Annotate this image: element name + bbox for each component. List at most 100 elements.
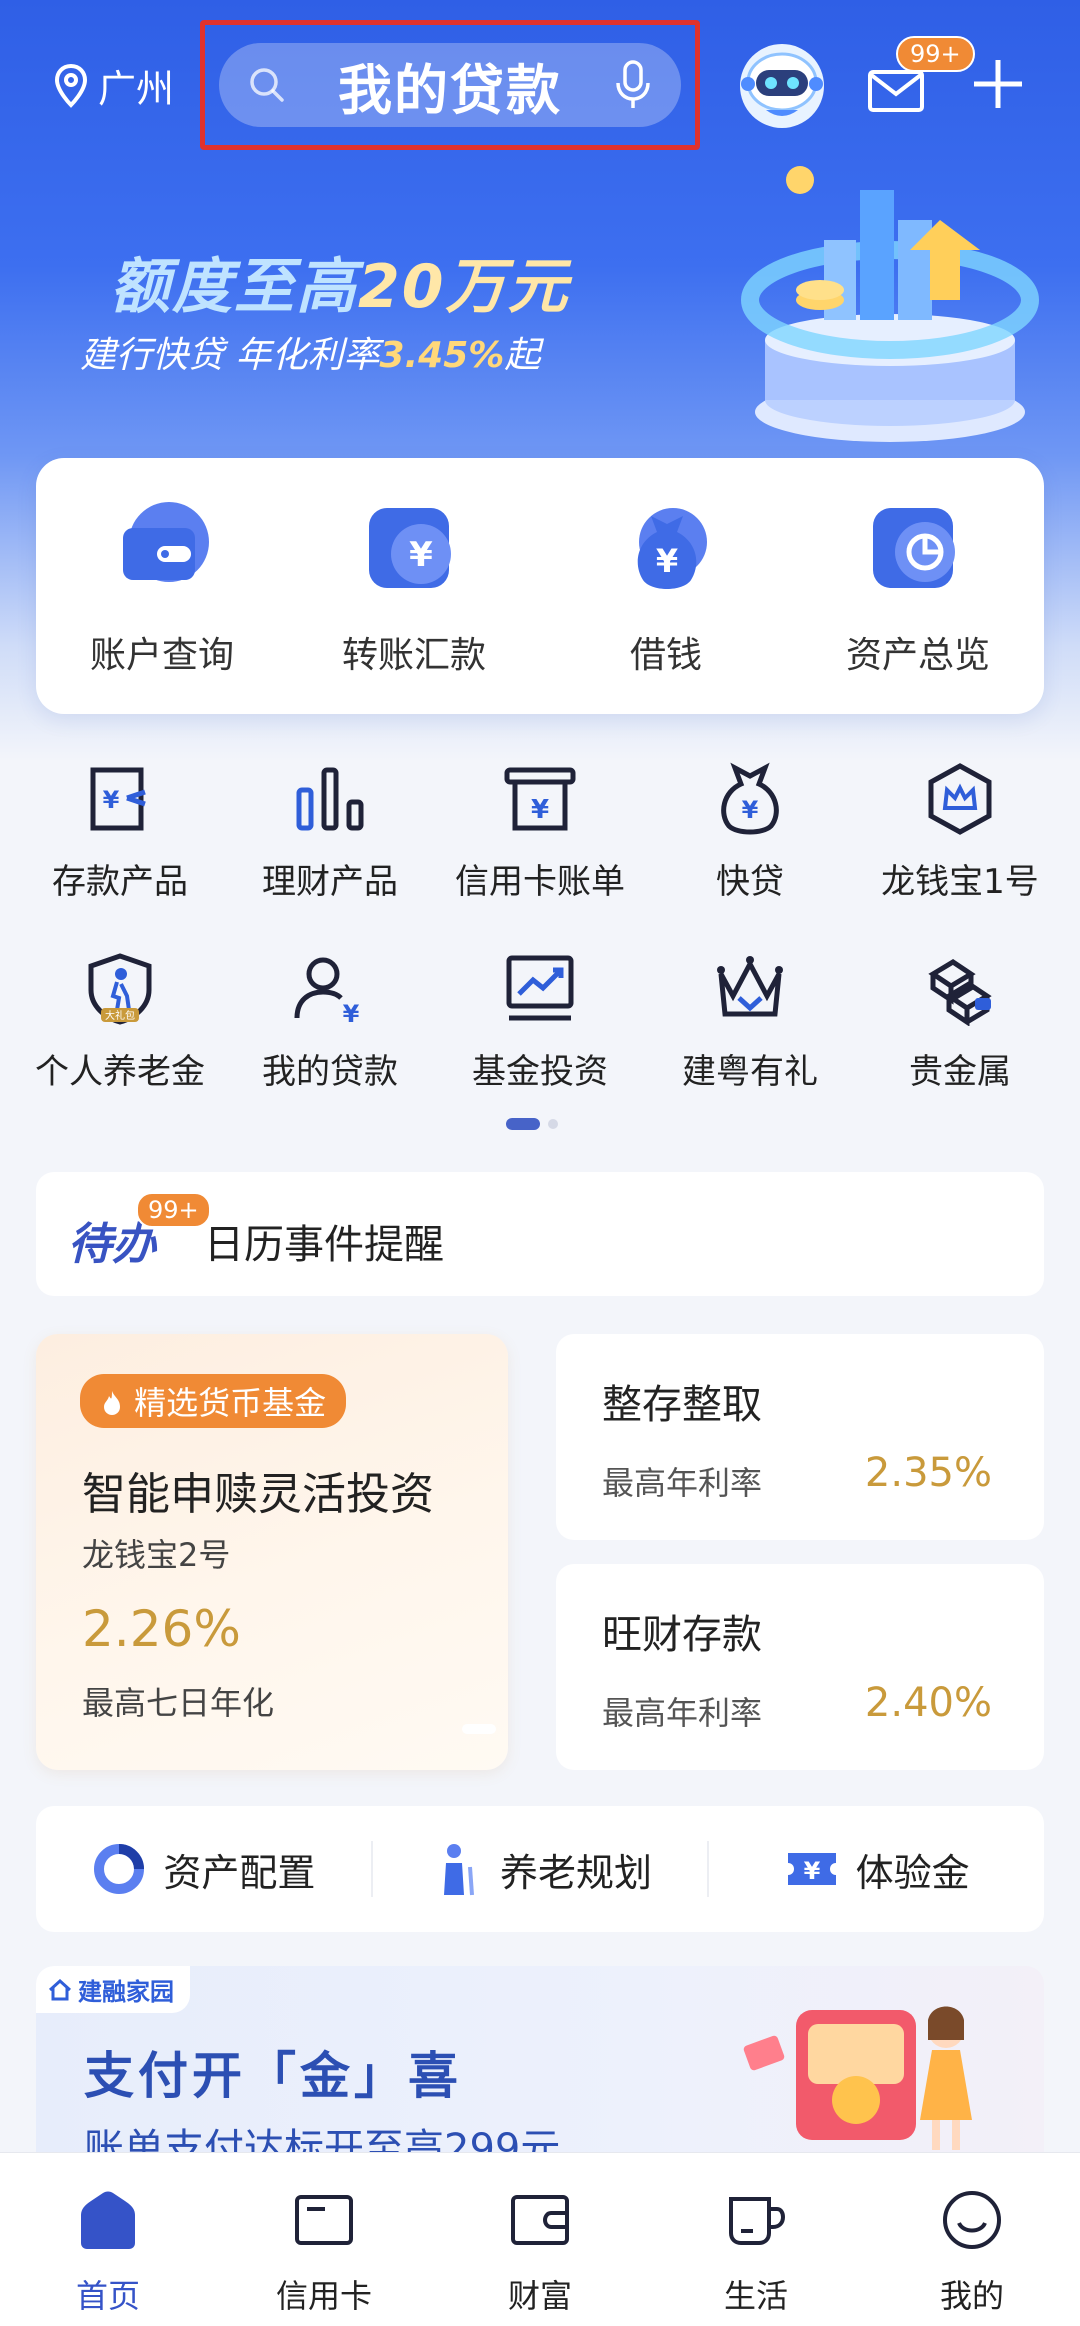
tab-mine[interactable]: 我的 xyxy=(864,2153,1080,2326)
tab-label: 我的 xyxy=(939,2277,1004,2315)
wallet-icon xyxy=(123,502,209,582)
loan-bag-icon: ¥ xyxy=(721,762,779,835)
rate-value: 2.35% xyxy=(864,1450,992,1496)
grid-item-fund-investment[interactable]: 基金投资 xyxy=(440,952,640,1142)
featured-fund-card[interactable]: 精选货币基金 智能申赎灵活投资 龙钱宝2号 2.26% 最高七日年化 xyxy=(36,1334,508,1770)
fund-chart-icon xyxy=(506,955,574,1021)
rate-title: 整存整取 xyxy=(602,1382,762,1428)
plus-icon[interactable] xyxy=(970,56,1026,112)
mail-badge: 99+ xyxy=(896,36,975,72)
card-icon xyxy=(295,2195,353,2245)
tab-credit-card[interactable]: 信用卡 xyxy=(216,2153,432,2326)
grid-label: 建粤有礼 xyxy=(682,1052,818,1092)
crown-hex-icon xyxy=(928,763,992,835)
pie-chart-icon xyxy=(873,508,955,588)
svg-text:¥: ¥ xyxy=(409,535,433,575)
svg-text:¥: ¥ xyxy=(803,1857,820,1885)
elder-icon xyxy=(444,1844,474,1896)
shortcut-asset-allocation[interactable]: 资产配置 xyxy=(36,1841,371,1897)
quick-actions-card: 账户查询 ¥ 转账汇款 ¥ 借钱 资产总览 xyxy=(36,458,1044,714)
todo-text: 日历事件提醒 xyxy=(204,1222,444,1268)
quick-item-assets-overview[interactable]: 资产总览 xyxy=(808,494,1028,678)
location-label: 广州 xyxy=(98,67,175,111)
grid-item-precious-metals[interactable]: 贵金属 xyxy=(860,952,1060,1142)
location-selector[interactable]: 广州 xyxy=(54,58,174,113)
grid-item-deposit-products[interactable]: ¥ 存款产品 xyxy=(20,762,220,952)
home-small-icon xyxy=(48,1978,72,2000)
grid-label: 我的贷款 xyxy=(262,1052,398,1092)
grid-label: 存款产品 xyxy=(52,862,188,902)
crown-icon xyxy=(717,956,783,1017)
fund-rate: 2.26% xyxy=(82,1600,241,1658)
svg-text:¥: ¥ xyxy=(742,796,759,824)
fund-badge: 精选货币基金 xyxy=(80,1374,347,1428)
quick-label: 转账汇款 xyxy=(341,635,486,676)
grid-item-longqianbao-1[interactable]: 龙钱宝1号 xyxy=(860,762,1060,952)
grid-label: 快贷 xyxy=(716,862,784,902)
assistant-robot-icon[interactable] xyxy=(736,40,828,132)
fund-title: 智能申赎灵活投资 xyxy=(82,1469,434,1520)
page-indicator xyxy=(506,1118,558,1130)
hero-coin-platform-illustration xyxy=(741,166,1039,442)
shortcut-retirement-planning[interactable]: 养老规划 xyxy=(373,1841,708,1897)
grid-item-quick-loan[interactable]: ¥ 快贷 xyxy=(650,762,850,952)
rate-card-wangcai-deposit[interactable]: 旺财存款 最高年利率 2.40% xyxy=(556,1564,1044,1770)
quick-label: 借钱 xyxy=(629,635,702,676)
search-bar[interactable]: 我的贷款 xyxy=(219,43,681,127)
quick-item-transfer[interactable]: ¥ 转账汇款 xyxy=(304,494,524,678)
quick-item-account-query[interactable]: 账户查询 xyxy=(52,494,272,678)
svg-text:¥: ¥ xyxy=(103,786,120,814)
tab-label: 财富 xyxy=(507,2277,572,2315)
tab-wealth[interactable]: 财富 xyxy=(432,2153,648,2326)
fund-card-indicator xyxy=(462,1724,496,1734)
gold-bar-icon xyxy=(928,959,992,1027)
hero-sub-rate: 3.45% xyxy=(379,335,505,376)
wallet-icon xyxy=(511,2195,569,2245)
banner-tag-text: 建融家园 xyxy=(78,1978,174,2006)
rate-label: 最高年利率 xyxy=(602,1464,763,1502)
hero-sub-a: 建行快贷 年化利率 xyxy=(80,335,380,376)
search-highlight-box: 我的贷款 xyxy=(200,20,700,150)
rate-label: 最高年利率 xyxy=(602,1694,763,1732)
gift-girl-illustration xyxy=(743,2006,972,2150)
grid-item-personal-pension[interactable]: 大礼包 个人养老金 xyxy=(20,952,220,1142)
deposit-icon: ¥ xyxy=(90,767,146,831)
quick-item-borrow[interactable]: ¥ 借钱 xyxy=(556,494,776,678)
pension-mini-label: 大礼包 xyxy=(105,1009,135,1022)
grid-item-my-loans[interactable]: ¥ 我的贷款 xyxy=(230,952,430,1142)
rate-card-fixed-deposit[interactable]: 整存整取 最高年利率 2.35% xyxy=(556,1334,1044,1540)
tab-label: 信用卡 xyxy=(275,2277,372,2315)
search-query: 我的贷款 xyxy=(338,58,562,122)
grid-label: 基金投资 xyxy=(472,1052,608,1092)
location-pin-icon xyxy=(54,63,88,108)
grid-item-credit-bill[interactable]: ¥ 信用卡账单 xyxy=(440,762,640,952)
transfer-icon: ¥ xyxy=(369,508,451,588)
svg-text:¥: ¥ xyxy=(656,542,678,580)
shortcut-trial-fund[interactable]: ¥ 体验金 xyxy=(709,1841,1044,1897)
todo-reminder-bar[interactable]: 待办 99+ 日历事件提醒 xyxy=(36,1172,1044,1296)
grid-item-wealth-products[interactable]: 理财产品 xyxy=(230,762,430,952)
todo-badge: 99+ xyxy=(136,1192,211,1228)
banner-tag: 建融家园 xyxy=(36,1966,190,2013)
promo-banner[interactable]: 建融家园 支付开「金」喜 账单支付达标开至高299元 xyxy=(36,1966,1044,2156)
rate-title: 旺财存款 xyxy=(602,1612,762,1658)
home-icon xyxy=(81,2191,135,2249)
banner-subtitle: 账单支付达标开至高299元 xyxy=(84,2126,561,2156)
svg-text:¥: ¥ xyxy=(531,795,549,825)
search-icon xyxy=(250,68,284,102)
quick-label: 账户查询 xyxy=(89,635,234,676)
shortcut-label: 资产配置 xyxy=(163,1850,316,1895)
grid-label: 信用卡账单 xyxy=(455,862,625,902)
bottom-tab-bar: 首页 信用卡 财富 生活 我的 xyxy=(0,2152,1080,2326)
grid-item-jianyue-gifts[interactable]: 建粤有礼 xyxy=(650,952,850,1142)
user-yuan-icon: ¥ xyxy=(294,957,360,1028)
page-dot-active xyxy=(506,1118,540,1130)
fund-rate-label: 最高七日年化 xyxy=(82,1684,275,1722)
grid-label: 理财产品 xyxy=(262,862,398,902)
shortcut-label: 体验金 xyxy=(855,1850,970,1895)
grid-label: 贵金属 xyxy=(909,1052,1011,1092)
tab-life[interactable]: 生活 xyxy=(648,2153,864,2326)
tab-home[interactable]: 首页 xyxy=(0,2153,216,2326)
microphone-icon[interactable] xyxy=(613,59,653,111)
hero-subtitle: 建行快贷 年化利率3.45%起 xyxy=(80,326,540,378)
